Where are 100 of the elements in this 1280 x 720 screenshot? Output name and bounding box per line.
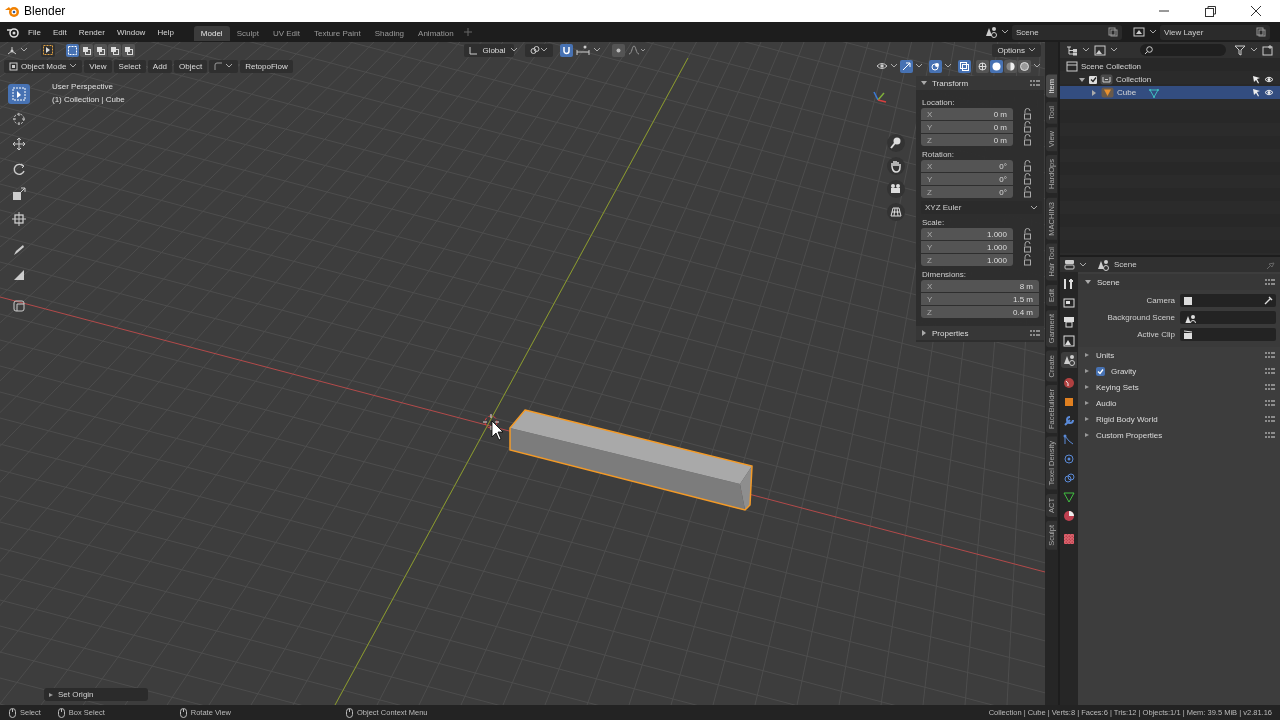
eye-icon[interactable]: [1264, 88, 1274, 97]
overlay-toggle[interactable]: [929, 59, 942, 73]
menu-item[interactable]: File: [22, 27, 47, 37]
workspace-tab[interactable]: Sculpt: [229, 26, 266, 41]
number-field[interactable]: X 1.000: [921, 228, 1013, 240]
zoom-icon[interactable]: [887, 134, 905, 152]
outliner-item[interactable]: Cube: [1060, 86, 1280, 99]
proportional-editing-toggle[interactable]: [612, 43, 626, 57]
workspace-tab[interactable]: Animation: [411, 26, 461, 41]
shading-mode-button[interactable]: [990, 59, 1003, 73]
axis-gizmo-icon[interactable]: [873, 91, 887, 103]
orientation-dropdown[interactable]: Global: [464, 43, 515, 57]
menu-item[interactable]: Render: [72, 27, 111, 37]
properties-tab[interactable]: [1061, 295, 1077, 311]
tool-button[interactable]: [8, 84, 30, 104]
object-field[interactable]: [1180, 294, 1276, 307]
lock-icon[interactable]: [1022, 186, 1033, 198]
camera-icon[interactable]: [887, 180, 905, 198]
caret-icon[interactable]: [944, 62, 952, 70]
expand-triangle-icon[interactable]: [1090, 88, 1098, 97]
shading-mode-button[interactable]: [976, 59, 989, 73]
menu-item[interactable]: Help: [151, 27, 180, 37]
copy-icon[interactable]: [1108, 27, 1118, 37]
caret-icon[interactable]: [1149, 28, 1157, 36]
eye-icon[interactable]: [1264, 75, 1274, 84]
expand-triangle-icon[interactable]: [1078, 75, 1086, 84]
properties-tab[interactable]: [1061, 489, 1077, 505]
caret-icon[interactable]: [1079, 260, 1087, 269]
new-collection-icon[interactable]: [1262, 44, 1274, 56]
workspace-tab[interactable]: Texture Paint: [307, 26, 368, 41]
outliner-item[interactable]: Scene Collection: [1060, 60, 1280, 73]
maximize-icon[interactable]: [1202, 4, 1218, 18]
properties-tab[interactable]: [1061, 314, 1077, 330]
number-field[interactable]: Z 0.4 m: [921, 306, 1039, 318]
workspace-tab[interactable]: Shading: [367, 26, 412, 41]
panel-header[interactable]: Audio: [1078, 395, 1280, 411]
visibility-icon[interactable]: [876, 60, 888, 72]
filter-icon[interactable]: [1234, 44, 1246, 56]
checkbox[interactable]: [1089, 75, 1097, 84]
menu-item[interactable]: Edit: [46, 27, 73, 37]
retopology-dropdown[interactable]: [209, 59, 239, 73]
menu-item[interactable]: Add: [147, 59, 173, 73]
image-icon[interactable]: [1094, 44, 1106, 56]
lock-icon[interactable]: [1022, 241, 1033, 253]
selection-mode-button[interactable]: [122, 43, 135, 57]
selection-mode-button[interactable]: [66, 43, 79, 57]
menu-item[interactable]: View: [84, 59, 112, 73]
snap-toggle[interactable]: [560, 43, 574, 57]
last-operator-panel[interactable]: Set Origin: [44, 688, 148, 701]
number-field[interactable]: Z 1.000: [921, 254, 1013, 266]
editor-type-icon[interactable]: [1064, 259, 1076, 270]
caret-icon[interactable]: [593, 46, 602, 54]
panel-header[interactable]: Units: [1078, 347, 1280, 363]
caret-icon[interactable]: [915, 62, 923, 70]
caret-icon[interactable]: [890, 62, 898, 70]
view-layer-icon[interactable]: [1132, 25, 1146, 39]
select-tool-button[interactable]: [41, 43, 55, 57]
selection-mode-button[interactable]: [80, 43, 93, 57]
panel-header[interactable]: Custom Properties: [1078, 427, 1280, 443]
pivot-dropdown[interactable]: [525, 43, 554, 57]
menu-item[interactable]: RetopoFlow: [240, 59, 293, 73]
shading-mode-button[interactable]: [1004, 59, 1017, 73]
object-field[interactable]: [1180, 311, 1276, 324]
checkbox[interactable]: [1096, 366, 1105, 376]
caret-icon[interactable]: [1082, 46, 1090, 54]
scene-icon[interactable]: [984, 25, 998, 39]
search-field[interactable]: [1140, 44, 1226, 56]
lock-icon[interactable]: [1022, 254, 1033, 266]
workspace-tab[interactable]: Model: [193, 26, 230, 41]
display-mode-icon[interactable]: [1066, 44, 1078, 56]
lock-icon[interactable]: [1022, 121, 1033, 133]
grid-view-icon[interactable]: [887, 203, 905, 221]
menu-item[interactable]: Window: [110, 27, 152, 37]
properties-tab[interactable]: [1061, 352, 1077, 368]
lock-icon[interactable]: [1022, 173, 1033, 185]
panel-header[interactable]: Rigid Body World: [1078, 411, 1280, 427]
number-field[interactable]: Y 1.000: [921, 241, 1013, 253]
shading-mode-button[interactable]: [1018, 59, 1031, 73]
selection-mode-button[interactable]: [94, 43, 107, 57]
object-field[interactable]: [1180, 328, 1276, 341]
lock-icon[interactable]: [1022, 134, 1033, 146]
caret-icon[interactable]: [1110, 46, 1118, 54]
number-field[interactable]: X 0°: [921, 160, 1013, 172]
workspace-tab[interactable]: UV Edit: [265, 26, 307, 41]
copy-icon[interactable]: [1256, 27, 1266, 37]
panel-header[interactable]: Gravity: [1078, 363, 1280, 379]
caret-icon[interactable]: [1250, 46, 1258, 54]
mode-dropdown[interactable]: Object Mode: [4, 59, 83, 73]
number-field[interactable]: Z 0 m: [921, 134, 1013, 146]
number-field[interactable]: X 8 m: [921, 280, 1039, 292]
properties-tab[interactable]: [1061, 508, 1077, 524]
cube-drawing[interactable]: [509, 409, 753, 511]
lock-icon[interactable]: [1022, 160, 1033, 172]
gizmo-toggle[interactable]: [900, 59, 913, 73]
number-field[interactable]: Y 1.5 m: [921, 293, 1039, 305]
panel-header[interactable]: Scene: [1078, 274, 1280, 290]
panel-header[interactable]: Transform: [916, 76, 1044, 90]
close-icon[interactable]: [1248, 4, 1264, 18]
outliner-item[interactable]: Collection: [1060, 73, 1280, 86]
lock-icon[interactable]: [1022, 108, 1033, 120]
